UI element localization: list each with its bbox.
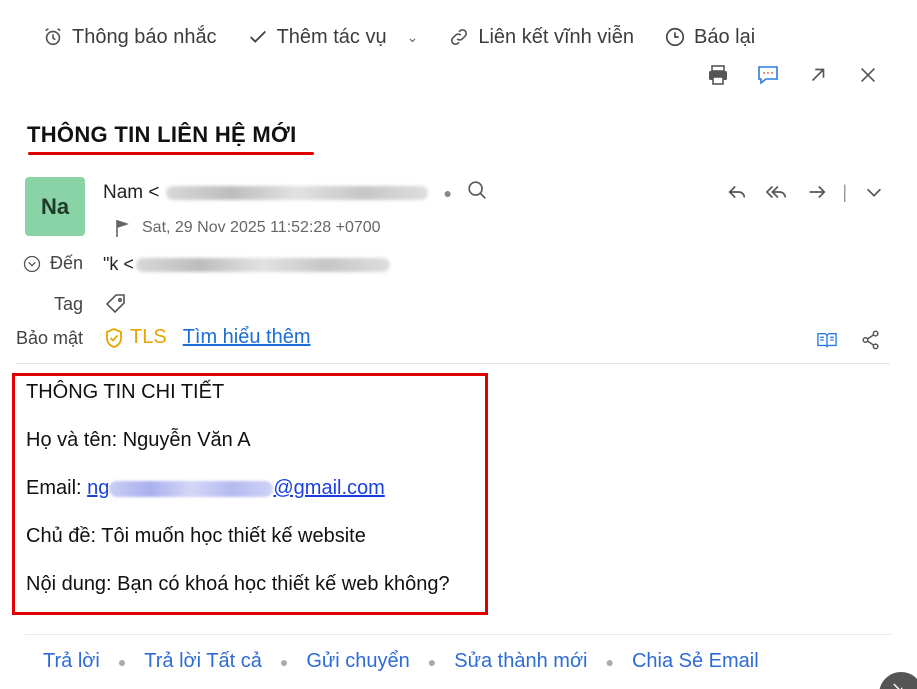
footer-dot: ● [427,653,437,670]
reply-icon[interactable] [724,180,750,204]
message-actions [681,62,881,88]
remind-button[interactable]: Thông báo nhắc [42,26,217,49]
footer-dot: ● [279,653,289,670]
to-recipient[interactable]: "k < [103,254,390,275]
reply-all-link[interactable]: Trả lời Tất cả [144,650,262,673]
sender-name[interactable]: Nam < [103,182,160,204]
alarm-clock-icon [45,28,61,46]
body-subject-line: Chủ đề: Tôi muốn học thiết kế website [26,525,366,547]
add-task-label: Thêm tác vụ [276,25,387,48]
security-value: TLS Tìm hiểu thêm [104,326,311,349]
footer-dot: ● [117,653,127,670]
email-link[interactable]: ng @gmail.com [87,477,385,499]
learn-more-link[interactable]: Tìm hiểu thêm [183,326,311,349]
add-task-button[interactable]: Thêm tác vụ ⌄ [247,25,419,49]
avatar: Na [25,177,85,236]
subject-highlight-underline [28,152,314,155]
scroll-corner-button[interactable]: ↘ [879,672,917,689]
print-icon[interactable] [705,62,731,88]
edit-as-new-link[interactable]: Sửa thành mới [454,650,587,673]
redacted-email-part [109,480,274,497]
tls-text: TLS [130,326,167,348]
tag-icon[interactable] [104,292,128,321]
footer-actions: Trả lời ● Trả lời Tất cả ● Gửi chuyển ● … [43,650,759,673]
message-body-highlight: THÔNG TIN CHI TIẾT Họ và tên: Nguyễn Văn… [12,373,488,615]
message-toolbar: Thông báo nhắc Thêm tác vụ ⌄ Liên kết vĩ… [42,22,785,52]
redacted-recipient-email [135,257,390,272]
body-name-line: Họ và tên: Nguyễn Văn A [26,429,251,451]
shield-check-icon [106,327,122,348]
link-icon [451,28,468,46]
footer-divider [25,634,891,635]
comment-icon[interactable] [755,62,781,88]
arrow-icon: ↘ [891,680,905,689]
expand-circle-icon[interactable] [22,254,42,274]
reply-actions: | [710,180,887,204]
snooze-button[interactable]: Báo lại [664,26,755,49]
share-email-link[interactable]: Chia Sẻ Email [632,650,759,673]
reply-all-icon[interactable] [764,180,790,204]
close-icon[interactable] [855,62,881,88]
email-link-end: @gmail.com [273,477,385,499]
to-label-row: Đến [22,253,83,274]
forward-icon[interactable] [804,180,830,204]
remind-label: Thông báo nhắc [72,25,217,48]
forward-link[interactable]: Gửi chuyển [306,650,409,673]
checkmark-icon [249,30,266,43]
message-subject: THÔNG TIN LIÊN HỆ MỚI [27,122,297,147]
tag-label: Tag [54,294,84,314]
separator-dot: ● [443,185,452,201]
reply-link[interactable]: Trả lời [43,650,100,673]
body-tools [795,328,883,352]
message-date: Sat, 29 Nov 2025 11:52:28 +0700 [142,219,381,236]
date-row: Sat, 29 Nov 2025 11:52:28 +0700 [114,218,381,238]
clock-icon [665,27,685,47]
chevron-down-icon[interactable] [861,180,887,204]
body-email-line: Email: ng @gmail.com [26,476,474,500]
snooze-label: Báo lại [694,25,756,48]
email-prefix: Email: [26,477,88,499]
footer-dot: ● [605,653,614,670]
reader-mode-icon[interactable] [815,328,839,352]
security-label: Bảo mật [16,328,84,348]
flag-icon[interactable] [114,218,132,238]
email-link-start: ng [87,477,110,499]
body-heading: THÔNG TIN CHI TIẾT [26,381,225,403]
header-divider [16,363,890,364]
body-content-line: Nội dung: Bạn có khoá học thiết kế web k… [26,573,450,595]
search-icon[interactable] [466,179,488,207]
chevron-down-icon[interactable]: ⌄ [407,29,419,46]
permalink-label: Liên kết vĩnh viễn [478,25,634,48]
to-value: "k < [103,254,134,274]
to-label: Đến [50,253,84,273]
popout-icon[interactable] [805,62,831,88]
separator: | [842,181,847,202]
redacted-sender-email [165,186,428,200]
share-icon[interactable] [859,328,883,352]
sender-row: Nam < ● [103,179,488,207]
permalink-button[interactable]: Liên kết vĩnh viễn [448,26,634,49]
